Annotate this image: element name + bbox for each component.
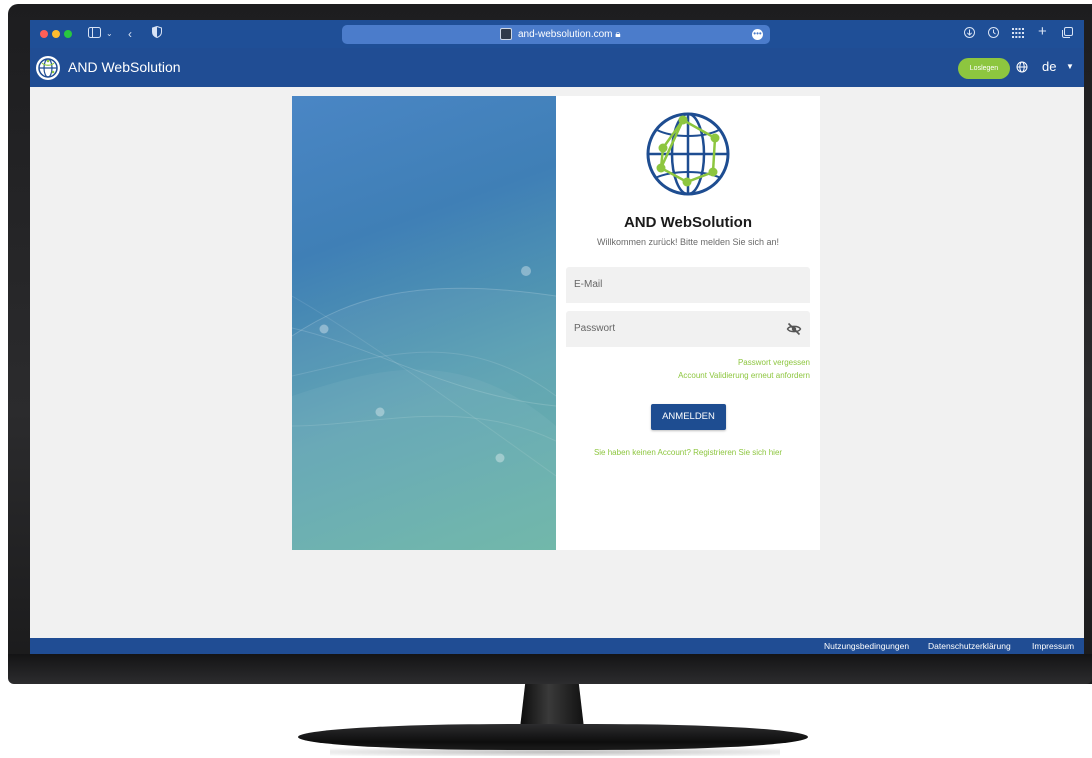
revalidate-account-link[interactable]: Account Validierung erneut anfordern <box>678 371 810 381</box>
login-button[interactable]: ANMELDEN <box>651 404 726 430</box>
sidebar-icon[interactable] <box>88 26 101 42</box>
back-icon[interactable]: ‹ <box>128 26 132 42</box>
app-header: AND WebSolution Loslegen de ▼ <box>30 48 1084 87</box>
screen: ⌄ ‹ and-websolution.com 🔒︎ ••• + AND Web… <box>30 20 1084 654</box>
browser-toolbar: ⌄ ‹ and-websolution.com 🔒︎ ••• + <box>30 20 1084 48</box>
forgot-password-link[interactable]: Passwort vergessen <box>738 358 810 368</box>
app-title[interactable]: AND WebSolution <box>68 59 181 76</box>
eye-off-icon[interactable] <box>786 321 802 337</box>
minimize-window-button[interactable] <box>52 30 60 38</box>
close-window-button[interactable] <box>40 30 48 38</box>
login-brand-title: AND WebSolution <box>623 214 753 231</box>
download-icon[interactable] <box>964 26 975 42</box>
app-logo-icon[interactable] <box>36 56 60 80</box>
get-started-button[interactable]: Loslegen <box>958 58 1010 79</box>
brand-logo-icon <box>643 108 733 198</box>
chevron-down-icon[interactable]: ⌄ <box>106 26 113 42</box>
login-welcome-text: Willkommen zurück! Bitte melden Sie sich… <box>596 237 780 247</box>
register-link[interactable]: Sie haben keinen Account? Registrieren S… <box>556 448 820 458</box>
footer-link-privacy[interactable]: Datenschutzerklärung <box>928 641 1011 652</box>
stand-shadow <box>330 748 780 756</box>
grid-icon[interactable] <box>1012 26 1024 42</box>
login-card: AND WebSolution Willkommen zurück! Bitte… <box>556 96 820 550</box>
chevron-down-icon[interactable]: ▼ <box>1066 60 1074 74</box>
shield-icon[interactable] <box>152 25 162 42</box>
monitor-chin <box>8 654 1092 684</box>
tabs-icon[interactable] <box>1062 26 1073 42</box>
zoom-window-button[interactable] <box>64 30 72 38</box>
decorative-wave-panel <box>292 96 556 550</box>
lock-icon: 🔒︎ <box>615 29 621 40</box>
monitor-stand-neck <box>520 684 584 728</box>
email-field[interactable]: E-Mail <box>566 267 810 303</box>
globe-icon[interactable] <box>1016 58 1030 76</box>
language-selector[interactable]: de <box>1042 59 1056 75</box>
plus-icon[interactable]: + <box>1038 24 1047 40</box>
site-favicon-icon <box>500 28 512 40</box>
password-field[interactable]: Passwort <box>566 311 810 347</box>
url-text: and-websolution.com 🔒︎ <box>518 29 621 40</box>
monitor-stand-base <box>298 724 808 750</box>
more-icon[interactable]: ••• <box>752 29 763 40</box>
footer-link-terms[interactable]: Nutzungsbedingungen <box>824 641 909 652</box>
address-bar[interactable]: and-websolution.com 🔒︎ ••• <box>342 25 770 44</box>
password-placeholder: Passwort <box>574 323 616 334</box>
history-icon[interactable] <box>988 26 999 42</box>
page-footer: Nutzungsbedingungen Datenschutzerklärung… <box>30 638 1084 654</box>
email-placeholder: E-Mail <box>574 279 603 290</box>
footer-link-imprint[interactable]: Impressum <box>1032 641 1074 652</box>
